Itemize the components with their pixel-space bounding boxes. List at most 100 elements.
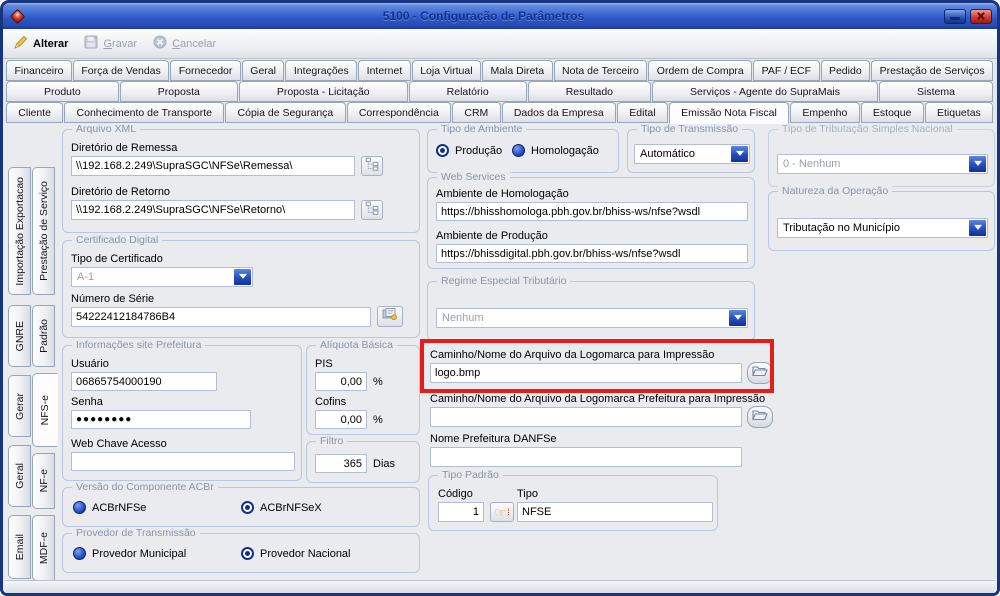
browse-remessa-button[interactable] bbox=[361, 156, 383, 176]
gravar-button[interactable]: Gravar bbox=[79, 32, 146, 55]
web-chave-acesso-input[interactable] bbox=[71, 452, 295, 471]
tab-ordem-de-compra[interactable]: Ordem de Compra bbox=[648, 60, 752, 81]
chevron-down-icon[interactable] bbox=[731, 146, 748, 162]
alterar-button[interactable]: Alterar bbox=[9, 32, 77, 55]
tab-integracoes[interactable]: Integrações bbox=[285, 60, 357, 81]
tab-crm[interactable]: CRM bbox=[452, 102, 500, 123]
natureza-operacao-select[interactable]: Tributação no Município bbox=[777, 218, 988, 238]
cancelar-button[interactable]: Cancelar bbox=[148, 32, 225, 55]
usuario-input[interactable] bbox=[71, 372, 217, 391]
tab-resultado[interactable]: Resultado bbox=[528, 81, 651, 102]
tab-row-2: Produto Proposta Proposta - Licitação Re… bbox=[3, 81, 997, 102]
codigo-input[interactable] bbox=[438, 502, 484, 522]
tab-financeiro[interactable]: Financeiro bbox=[6, 60, 72, 81]
ambiente-producao-input[interactable] bbox=[436, 244, 748, 263]
tributacao-simples-select[interactable]: 0 - Nenhum bbox=[777, 154, 988, 174]
group-certificado-digital: Certificado Digital Tipo de Certificado … bbox=[62, 240, 420, 338]
radio-acbrnfsex[interactable]: ACBrNFSeX bbox=[241, 501, 322, 514]
side-tab-padrao[interactable]: Padrão bbox=[32, 305, 55, 367]
side-tab-gerar[interactable]: Gerar bbox=[8, 375, 31, 437]
tab-etiquetas[interactable]: Etiquetas bbox=[925, 102, 993, 123]
chevron-down-icon[interactable] bbox=[234, 269, 251, 285]
side-tab-prestacao-de-servico[interactable]: Prestação de Serviço bbox=[32, 167, 55, 295]
radio-producao[interactable]: Produção bbox=[436, 144, 502, 157]
senha-input[interactable] bbox=[71, 410, 251, 429]
chevron-down-icon[interactable] bbox=[969, 220, 986, 236]
tab-forca-de-vendas[interactable]: Força de Vendas bbox=[73, 60, 169, 81]
side-tab-label: GNRE bbox=[14, 321, 26, 351]
side-tab-label: Geral bbox=[14, 463, 26, 489]
tab-nota-de-terceiro[interactable]: Nota de Terceiro bbox=[554, 60, 648, 81]
tab-proposta[interactable]: Proposta bbox=[120, 81, 238, 102]
chevron-down-icon[interactable] bbox=[729, 310, 746, 326]
side-tab-importacao-exportacao[interactable]: Importação Exportacao bbox=[8, 167, 31, 295]
radio-provedor-municipal[interactable]: Provedor Municipal bbox=[73, 547, 186, 560]
ambiente-homologacao-input[interactable] bbox=[436, 202, 748, 221]
app-icon bbox=[10, 8, 26, 24]
radio-acbrnfse[interactable]: ACBrNFSe bbox=[73, 501, 146, 514]
numero-serie-input[interactable] bbox=[71, 307, 371, 327]
regime-especial-select[interactable]: Nenhum bbox=[436, 308, 748, 328]
side-tab-email[interactable]: Email bbox=[8, 515, 31, 579]
tab-sistema[interactable]: Sistema bbox=[879, 81, 993, 102]
tab-mala-direta[interactable]: Mala Direta bbox=[482, 60, 553, 81]
radio-provedor-nacional[interactable]: Provedor Nacional bbox=[241, 547, 351, 560]
side-tab-nfs-e[interactable]: NFS-e bbox=[32, 373, 58, 447]
pis-input[interactable] bbox=[315, 372, 367, 391]
logomarca-input[interactable] bbox=[430, 363, 742, 383]
chevron-down-icon[interactable] bbox=[969, 156, 986, 172]
logomarca-prefeitura-browse-button[interactable] bbox=[747, 406, 773, 428]
tab-dados-da-empresa[interactable]: Dados da Empresa bbox=[502, 102, 616, 123]
browse-retorno-button[interactable] bbox=[361, 200, 383, 220]
side-tab-label: NFS-e bbox=[39, 395, 51, 425]
codigo-lookup-button[interactable]: ☞⁞ bbox=[490, 502, 514, 522]
tab-emissao-nota-fiscal[interactable]: Emissão Nota Fiscal bbox=[669, 102, 789, 124]
group-informacoes-site-prefeitura: Informações site Prefeitura Usuário Senh… bbox=[62, 345, 302, 481]
side-tab-gnre[interactable]: GNRE bbox=[8, 305, 31, 367]
diretorio-retorno-input[interactable] bbox=[71, 200, 355, 220]
tipo-input[interactable] bbox=[517, 502, 713, 522]
tab-relatorio[interactable]: Relatório bbox=[409, 81, 527, 102]
tab-proposta-licitacao[interactable]: Proposta - Licitação bbox=[239, 81, 408, 102]
filtro-dias-input[interactable] bbox=[315, 454, 367, 473]
side-tab-geral[interactable]: Geral bbox=[8, 445, 31, 507]
side-tab-label: MDF-e bbox=[38, 532, 50, 564]
tab-loja-virtual[interactable]: Loja Virtual bbox=[412, 60, 481, 81]
tab-copia-de-seguranca[interactable]: Cópia de Segurança bbox=[225, 102, 345, 123]
minimize-button[interactable] bbox=[944, 9, 966, 24]
logomarca-browse-button[interactable] bbox=[747, 362, 773, 384]
select-certificate-button[interactable] bbox=[377, 306, 403, 327]
tipo-certificado-select[interactable]: A-1 bbox=[71, 267, 253, 287]
alterar-label: Alterar bbox=[33, 38, 68, 50]
title-bar: 5100 - Configuração de Parâmetros bbox=[3, 3, 997, 29]
group-tipo-de-ambiente: Tipo de Ambiente Produção Homologação bbox=[427, 129, 619, 173]
tab-fornecedor[interactable]: Fornecedor bbox=[170, 60, 241, 81]
tab-pedido[interactable]: Pedido bbox=[821, 60, 871, 81]
tab-servicos-agente-supramais[interactable]: Serviços - Agente do SupraMais bbox=[652, 81, 878, 102]
radio-icon bbox=[73, 501, 86, 514]
tab-paf-ecf[interactable]: PAF / ECF bbox=[753, 60, 819, 81]
group-title: Tipo de Transmissão bbox=[637, 123, 742, 136]
logomarca-prefeitura-input[interactable] bbox=[430, 407, 742, 427]
radio-homologacao[interactable]: Homologação bbox=[512, 144, 599, 157]
cofins-input[interactable] bbox=[315, 410, 367, 429]
side-tab-nf-e[interactable]: NF-e bbox=[32, 453, 55, 509]
tab-internet[interactable]: Internet bbox=[358, 60, 411, 81]
tab-produto[interactable]: Produto bbox=[6, 81, 119, 102]
logomarca-label: Caminho/Nome do Arquivo da Logomarca par… bbox=[430, 349, 714, 362]
close-button[interactable] bbox=[970, 9, 992, 24]
tipo-transmissao-select[interactable]: Automático bbox=[634, 144, 750, 164]
tab-geral[interactable]: Geral bbox=[242, 60, 285, 81]
tab-conhecimento-de-transporte[interactable]: Conhecimento de Transporte bbox=[64, 102, 224, 123]
diretorio-remessa-input[interactable] bbox=[71, 156, 355, 176]
tab-prestacao-de-servicos[interactable]: Prestação de Serviços bbox=[871, 60, 993, 81]
tab-cliente[interactable]: Cliente bbox=[6, 102, 63, 123]
nome-prefeitura-danfse-input[interactable] bbox=[430, 447, 742, 467]
tab-edital[interactable]: Edital bbox=[617, 102, 668, 123]
group-title: Tipo de Ambiente bbox=[437, 123, 526, 136]
tab-empenho[interactable]: Empenho bbox=[790, 102, 860, 123]
diretorio-retorno-label: Diretório de Retorno bbox=[71, 186, 170, 199]
tab-estoque[interactable]: Estoque bbox=[861, 102, 924, 123]
side-tab-mdf-e[interactable]: MDF-e bbox=[32, 515, 55, 581]
tab-correspondencia[interactable]: Correspondência bbox=[347, 102, 452, 123]
